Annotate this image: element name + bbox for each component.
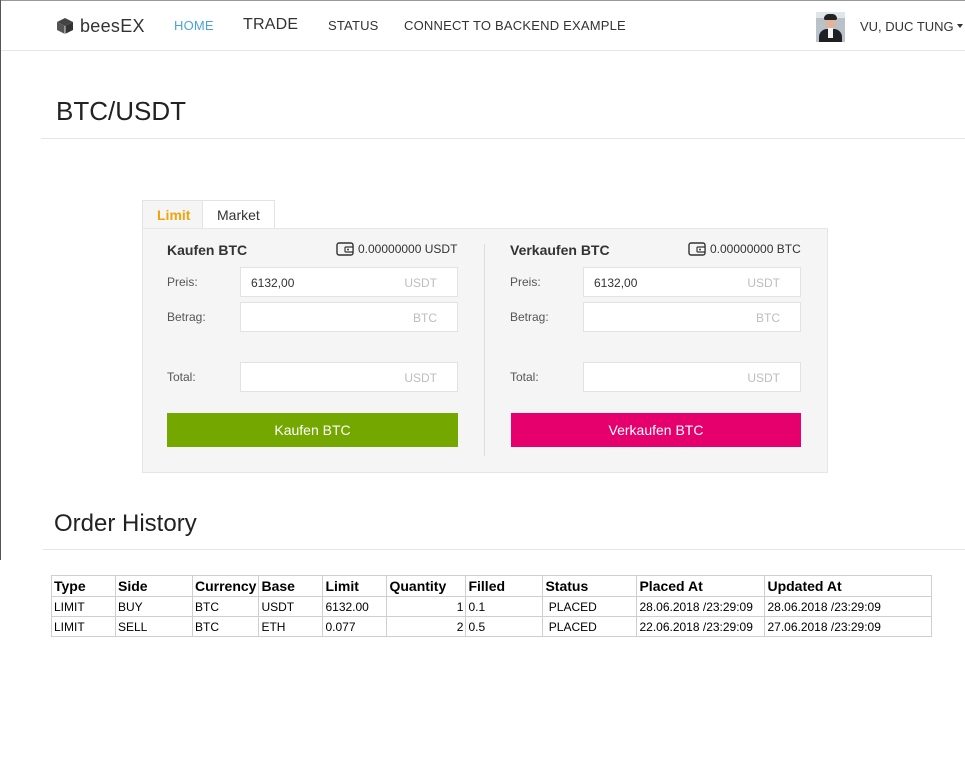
- sell-price-unit: USDT: [747, 276, 780, 290]
- sell-total-label: Total:: [510, 370, 539, 384]
- sell-price-value: 6132,00: [594, 276, 638, 290]
- cell-type: LIMIT: [51, 596, 116, 617]
- buy-total-label: Total:: [167, 370, 196, 384]
- buy-price-value: 6132,00: [251, 276, 295, 290]
- nav-home[interactable]: HOME: [174, 18, 214, 33]
- column-header-filled: Filled: [465, 575, 544, 597]
- navbar: beesEX HOME TRADE STATUS CONNECT TO BACK…: [1, 1, 965, 51]
- cell-limit: 0.077: [322, 616, 388, 637]
- sell-balance: 0.00000000 BTC: [688, 242, 801, 256]
- cell-placed-at: 28.06.2018 /23:29:09: [636, 596, 766, 617]
- cell-type: LIMIT: [51, 616, 116, 637]
- nav-trade[interactable]: TRADE: [243, 16, 298, 34]
- sell-title: Verkaufen BTC: [510, 242, 610, 258]
- nav-backend-example[interactable]: CONNECT TO BACKEND EXAMPLE: [404, 18, 626, 33]
- column-header-base: Base: [258, 575, 324, 597]
- sell-total-input[interactable]: USDT: [583, 362, 801, 392]
- buy-balance: 0.00000000 USDT: [336, 242, 457, 256]
- sell-balance-value: 0.00000000 BTC: [710, 242, 801, 256]
- sell-amount-label: Betrag:: [510, 310, 549, 324]
- caret-down-icon: [956, 24, 963, 28]
- table-header-row: Type Side Currency Base Limit Quantity F…: [51, 575, 933, 597]
- sell-button[interactable]: Verkaufen BTC: [511, 413, 801, 447]
- buy-button[interactable]: Kaufen BTC: [167, 413, 458, 447]
- page-title: BTC/USDT: [56, 96, 186, 126]
- cube-icon: [57, 18, 73, 34]
- order-history-table: Type Side Currency Base Limit Quantity F…: [51, 575, 933, 637]
- column-header-side: Side: [115, 575, 193, 597]
- user-menu[interactable]: VU, DUC TUNG: [860, 19, 963, 34]
- tab-market[interactable]: Market: [202, 200, 275, 229]
- cell-status: PLACED: [542, 616, 638, 637]
- cell-updated-at: 27.06.2018 /23:29:09: [764, 616, 933, 637]
- column-header-updated-at: Updated At: [764, 575, 933, 597]
- cell-side: SELL: [115, 616, 193, 637]
- brand-name: beesEX: [80, 15, 145, 36]
- table-row: LIMIT SELL BTC ETH 0.077 2 0.5 PLACED 22…: [51, 616, 933, 637]
- cell-base: USDT: [258, 596, 324, 617]
- panel-divider: [484, 244, 485, 456]
- nav-status[interactable]: STATUS: [328, 18, 379, 33]
- buy-total-input[interactable]: USDT: [240, 362, 458, 392]
- avatar[interactable]: [816, 12, 845, 42]
- cell-side: BUY: [115, 596, 193, 617]
- column-header-placed-at: Placed At: [636, 575, 766, 597]
- cell-filled: 0.1: [465, 596, 544, 617]
- cell-currency: BTC: [191, 616, 260, 637]
- buy-amount-input[interactable]: BTC: [240, 302, 458, 332]
- sell-price-label: Preis:: [510, 275, 541, 289]
- cell-filled: 0.5: [465, 616, 544, 637]
- cell-base: ETH: [258, 616, 324, 637]
- sell-total-unit: USDT: [747, 371, 780, 385]
- cell-placed-at: 22.06.2018 /23:29:09: [636, 616, 766, 637]
- column-header-status: Status: [542, 575, 638, 597]
- cell-updated-at: 28.06.2018 /23:29:09: [764, 596, 933, 617]
- cell-quantity: 2: [386, 616, 467, 637]
- order-history-title: Order History: [54, 510, 197, 537]
- buy-total-unit: USDT: [404, 371, 437, 385]
- column-header-quantity: Quantity: [386, 575, 467, 597]
- table-row: LIMIT BUY BTC USDT 6132.00 1 0.1 PLACED …: [51, 596, 933, 617]
- sell-amount-unit: BTC: [756, 311, 780, 325]
- sell-price-input[interactable]: 6132,00 USDT: [583, 267, 801, 297]
- wallet-icon: [688, 242, 706, 256]
- cell-quantity: 1: [386, 596, 467, 617]
- title-divider: [41, 138, 965, 139]
- buy-amount-unit: BTC: [413, 311, 437, 325]
- column-header-type: Type: [51, 575, 116, 597]
- history-divider: [43, 549, 965, 550]
- window-left-edge: [0, 0, 1, 560]
- sell-amount-input[interactable]: BTC: [583, 302, 801, 332]
- tab-limit[interactable]: Limit: [142, 200, 203, 229]
- user-name: VU, DUC TUNG: [860, 19, 954, 34]
- buy-balance-value: 0.00000000 USDT: [358, 242, 458, 256]
- buy-amount-label: Betrag:: [167, 310, 206, 324]
- buy-title: Kaufen BTC: [167, 242, 248, 258]
- buy-price-label: Preis:: [167, 275, 198, 289]
- brand[interactable]: beesEX: [56, 15, 145, 37]
- column-header-currency: Currency: [191, 575, 260, 597]
- buy-price-input[interactable]: 6132,00 USDT: [240, 267, 458, 297]
- buy-price-unit: USDT: [404, 276, 437, 290]
- cell-status: PLACED: [542, 596, 638, 617]
- cell-limit: 6132.00: [322, 596, 388, 617]
- cell-currency: BTC: [191, 596, 260, 617]
- wallet-icon: [336, 242, 354, 256]
- column-header-limit: Limit: [322, 575, 388, 597]
